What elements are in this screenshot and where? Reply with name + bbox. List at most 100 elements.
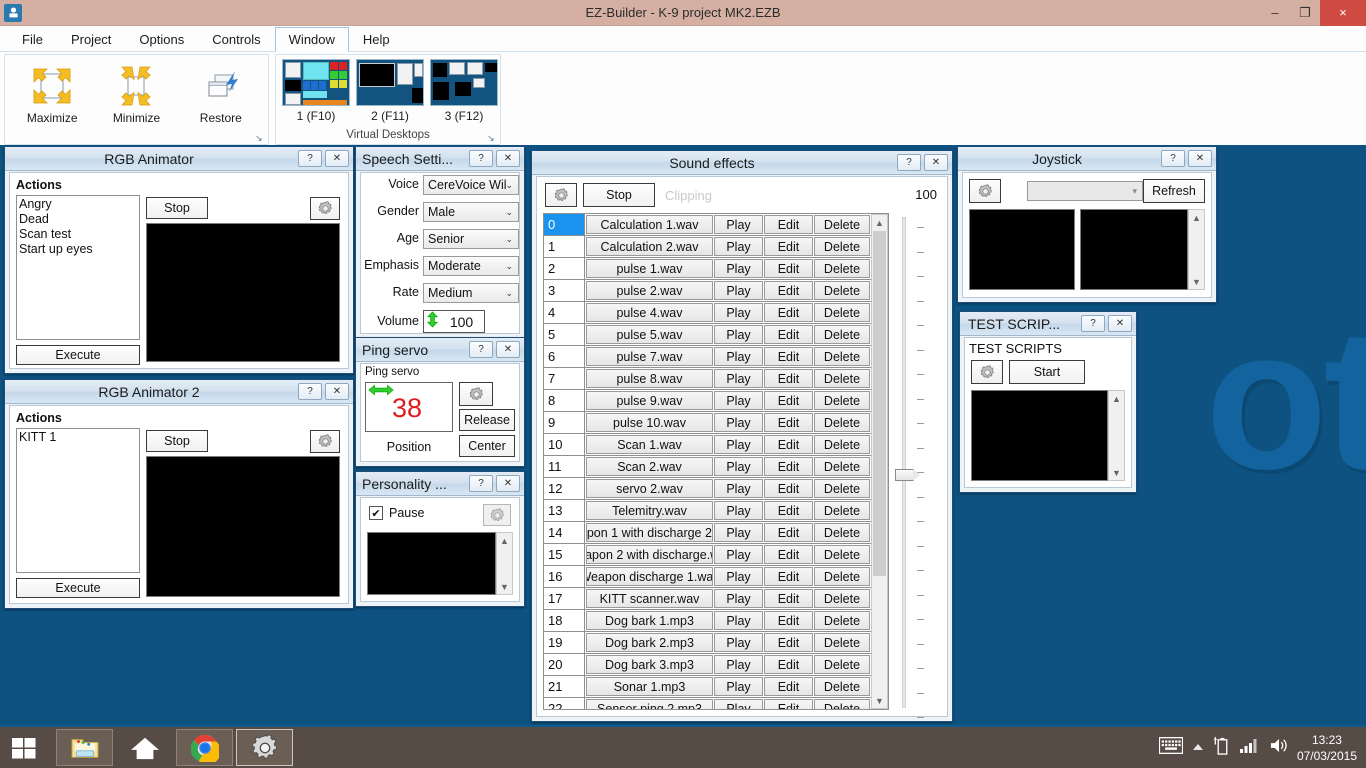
table-row[interactable]: 6pulse 7.wavPlayEditDelete <box>544 346 871 368</box>
sound-file-button[interactable]: pulse 7.wav <box>586 347 713 366</box>
test-scripts-log-scrollbar[interactable]: ▲ ▼ <box>1108 390 1125 481</box>
panel-speech-settings[interactable]: Speech Setti... ? ✕ Voice CereVoice Will… <box>355 146 525 339</box>
sound-file-button[interactable]: pulse 9.wav <box>586 391 713 410</box>
keyboard-icon[interactable] <box>1159 737 1183 759</box>
list-item[interactable]: Angry <box>19 197 137 212</box>
speech-settings-titlebar[interactable]: Speech Setti... ? ✕ <box>356 147 524 171</box>
table-row[interactable]: 19Dog bark 2.mp3PlayEditDelete <box>544 632 871 654</box>
table-row[interactable]: 18Dog bark 1.mp3PlayEditDelete <box>544 610 871 632</box>
rgb-animator-2-close-button[interactable]: ✕ <box>325 383 349 400</box>
table-row[interactable]: 10Scan 1.wavPlayEditDelete <box>544 434 871 456</box>
sound-file-button[interactable]: Sensor ping 2.mp3 <box>586 699 713 709</box>
edit-button[interactable]: Edit <box>764 677 813 696</box>
row-index[interactable]: 18 <box>544 610 585 631</box>
edit-button[interactable]: Edit <box>764 589 813 608</box>
play-button[interactable]: Play <box>714 281 763 300</box>
personality-titlebar[interactable]: Personality ... ? ✕ <box>356 472 524 496</box>
play-button[interactable]: Play <box>714 523 763 542</box>
play-button[interactable]: Play <box>714 215 763 234</box>
sound-file-button[interactable]: pulse 1.wav <box>586 259 713 278</box>
rgb-animator-stop-button[interactable]: Stop <box>146 197 208 219</box>
table-row[interactable]: 8pulse 9.wavPlayEditDelete <box>544 390 871 412</box>
delete-button[interactable]: Delete <box>814 589 870 608</box>
delete-button[interactable]: Delete <box>814 523 870 542</box>
delete-button[interactable]: Delete <box>814 457 870 476</box>
virtual-desktop-1[interactable]: 1 (F10) <box>282 59 350 123</box>
row-index[interactable]: 4 <box>544 302 585 323</box>
play-button[interactable]: Play <box>714 611 763 630</box>
edit-button[interactable]: Edit <box>764 633 813 652</box>
test-scripts-log[interactable]: ▲ ▼ <box>971 390 1125 481</box>
edit-button[interactable]: Edit <box>764 479 813 498</box>
sound-file-button[interactable]: Dog bark 3.mp3 <box>586 655 713 674</box>
list-item[interactable]: Dead <box>19 212 137 227</box>
edit-button[interactable]: Edit <box>764 413 813 432</box>
sound-file-button[interactable]: pulse 2.wav <box>586 281 713 300</box>
play-button[interactable]: Play <box>714 501 763 520</box>
row-index[interactable]: 20 <box>544 654 585 675</box>
sound-file-button[interactable]: Weapon discharge 1.wav <box>586 567 713 586</box>
joystick-config-button[interactable] <box>969 179 1001 203</box>
table-row[interactable]: 17KITT scanner.wavPlayEditDelete <box>544 588 871 610</box>
joystick-help-button[interactable]: ? <box>1161 150 1185 167</box>
close-button[interactable]: × <box>1320 0 1366 26</box>
test-scripts-titlebar[interactable]: TEST SCRIP... ? ✕ <box>960 312 1136 336</box>
delete-button[interactable]: Delete <box>814 347 870 366</box>
sound-file-button[interactable]: pulse 8.wav <box>586 369 713 388</box>
row-index[interactable]: 3 <box>544 280 585 301</box>
edit-button[interactable]: Edit <box>764 303 813 322</box>
sound-file-button[interactable]: pulse 4.wav <box>586 303 713 322</box>
delete-button[interactable]: Delete <box>814 237 870 256</box>
sound-effects-scrollbar[interactable]: ▲ ▼ <box>871 214 888 709</box>
play-button[interactable]: Play <box>714 259 763 278</box>
table-row[interactable]: 14Weapon 1 with discharge 2.wavPlayEditD… <box>544 522 871 544</box>
edit-button[interactable]: Edit <box>764 699 813 709</box>
play-button[interactable]: Play <box>714 633 763 652</box>
row-index[interactable]: 8 <box>544 390 585 411</box>
taskbar-chrome[interactable] <box>176 729 233 766</box>
sound-file-button[interactable]: Calculation 2.wav <box>586 237 713 256</box>
test-scripts-help-button[interactable]: ? <box>1081 315 1105 332</box>
scroll-down-icon[interactable]: ▼ <box>497 579 512 594</box>
battery-icon[interactable] <box>1213 736 1231 760</box>
sound-file-button[interactable]: Calculation 1.wav <box>586 215 713 234</box>
sound-file-button[interactable]: Sonar 1.mp3 <box>586 677 713 696</box>
restore-ribbon-button[interactable]: Restore <box>180 57 262 125</box>
scroll-down-icon[interactable]: ▼ <box>1109 465 1124 480</box>
sound-file-button[interactable]: Scan 2.wav <box>586 457 713 476</box>
list-item[interactable]: Scan test <box>19 227 137 242</box>
row-index[interactable]: 15 <box>544 544 585 565</box>
panel-joystick[interactable]: Joystick ? ✕ ▾ Refresh ▲ ▼ <box>957 146 1217 303</box>
delete-button[interactable]: Delete <box>814 611 870 630</box>
table-row[interactable]: 1Calculation 2.wavPlayEditDelete <box>544 236 871 258</box>
sound-effects-volume-slider[interactable] <box>895 217 931 708</box>
test-scripts-start-button[interactable]: Start <box>1009 360 1085 384</box>
scroll-down-icon[interactable]: ▼ <box>1189 274 1204 289</box>
personality-config-button[interactable] <box>483 504 511 526</box>
panel-test-scripts[interactable]: TEST SCRIP... ? ✕ TEST SCRIPTS Start ▲ ▼ <box>959 311 1137 493</box>
play-button[interactable]: Play <box>714 369 763 388</box>
personality-pause-checkbox[interactable]: ✔ Pause <box>369 506 424 520</box>
table-row[interactable]: 16Weapon discharge 1.wavPlayEditDelete <box>544 566 871 588</box>
rgb-animator-2-help-button[interactable]: ? <box>298 383 322 400</box>
edit-button[interactable]: Edit <box>764 347 813 366</box>
delete-button[interactable]: Delete <box>814 677 870 696</box>
delete-button[interactable]: Delete <box>814 281 870 300</box>
ping-servo-release-button[interactable]: Release <box>459 409 515 431</box>
scroll-down-icon[interactable]: ▼ <box>872 693 887 708</box>
table-row[interactable]: 22Sensor ping 2.mp3PlayEditDelete <box>544 698 871 709</box>
row-index[interactable]: 1 <box>544 236 585 257</box>
row-index[interactable]: 16 <box>544 566 585 587</box>
play-button[interactable]: Play <box>714 655 763 674</box>
age-select[interactable]: Senior ⌄ <box>423 229 519 249</box>
taskbar-ez-builder[interactable] <box>236 729 293 766</box>
delete-button[interactable]: Delete <box>814 501 870 520</box>
test-scripts-config-button[interactable] <box>971 360 1003 384</box>
menu-help[interactable]: Help <box>349 26 404 51</box>
row-index[interactable]: 11 <box>544 456 585 477</box>
menu-options[interactable]: Options <box>125 26 198 51</box>
taskbar-file-explorer[interactable] <box>56 729 113 766</box>
play-button[interactable]: Play <box>714 545 763 564</box>
play-button[interactable]: Play <box>714 347 763 366</box>
play-button[interactable]: Play <box>714 325 763 344</box>
